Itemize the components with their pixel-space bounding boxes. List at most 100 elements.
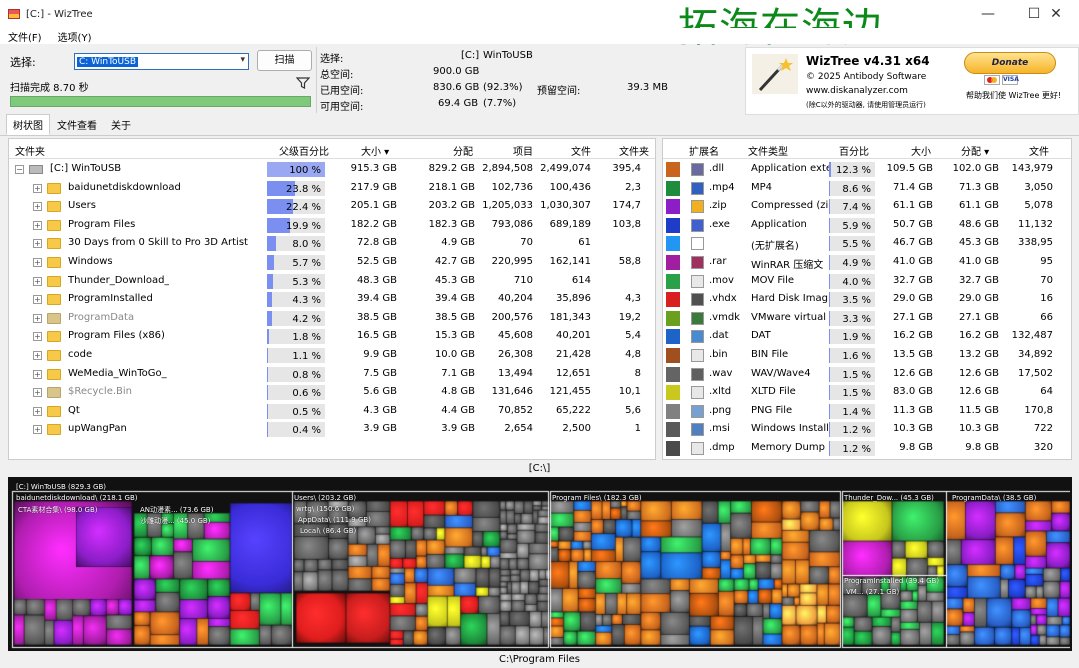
donate-button[interactable]: Donate: [964, 52, 1056, 74]
ext-name: .msi: [709, 423, 730, 435]
ext-pct-text: 3.5 %: [842, 295, 871, 307]
expand-icon[interactable]: +: [33, 295, 42, 305]
ext-row[interactable]: .dll Application exte 12.3 % 109.5 GB 102.0 …: [663, 160, 1071, 179]
tree-row[interactable]: + code 1.1 % 9.9 GB 10.0 GB 26,308 21,428 4,8: [9, 346, 655, 365]
parent-pct-bar: 0.6 %: [267, 385, 325, 401]
expand-icon[interactable]: +: [33, 183, 42, 193]
col-alloc[interactable]: 分配: [453, 143, 473, 158]
expand-icon[interactable]: +: [33, 258, 42, 267]
menu-options[interactable]: 选项(Y): [50, 29, 100, 44]
items-cell: 26,308: [498, 349, 533, 360]
expand-icon[interactable]: +: [33, 276, 42, 286]
ext-row[interactable]: .wav WAV/Wave4 1.5 % 12.6 GB 12.6 GB 17,502: [663, 365, 1071, 384]
expand-icon[interactable]: +: [33, 239, 42, 249]
ext-row[interactable]: .dat DAT 1.9 % 16.2 GB 16.2 GB 132,487: [663, 327, 1071, 346]
ext-row[interactable]: .exe Application 5.9 % 50.7 GB 48.6 GB 11,132: [663, 216, 1071, 235]
tree-row[interactable]: + baidunetdiskdownload 23.8 % 217.9 GB 218.1…: [9, 179, 655, 198]
ext-pct-text: 5.9 %: [842, 220, 871, 232]
ext-row[interactable]: .mp4 MP4 8.6 % 71.4 GB 71.3 GB 3,050: [663, 179, 1071, 198]
ext-row[interactable]: .dmp Memory Dump I 1.2 % 9.8 GB 9.8 GB 320: [663, 439, 1071, 458]
parent-pct-bar: 4.3 %: [267, 292, 325, 308]
expand-icon[interactable]: +: [33, 388, 42, 398]
size-cell: 5.6 GB: [363, 386, 397, 398]
col-ext-size[interactable]: 大小: [911, 143, 931, 158]
scan-button[interactable]: 扫描: [257, 50, 312, 71]
color-swatch: [666, 310, 680, 326]
col-folders[interactable]: 文件夹: [619, 143, 649, 158]
tree-row[interactable]: + Program Files 19.9 % 182.2 GB 182.3 GB 793,…: [9, 216, 655, 235]
col-ext-files[interactable]: 文件: [1029, 143, 1049, 158]
tab-tree-view[interactable]: 树状图: [6, 114, 50, 135]
ext-pct-text: 1.2 %: [842, 425, 871, 437]
col-items[interactable]: 项目: [513, 143, 533, 158]
expand-icon[interactable]: +: [33, 202, 42, 212]
close-button[interactable]: ✕: [1033, 0, 1079, 28]
col-files[interactable]: 文件: [571, 143, 591, 158]
expand-icon[interactable]: +: [33, 425, 42, 435]
ext-row[interactable]: .zip Compressed (zip 7.4 % 61.1 GB 61.1 GB 5,…: [663, 197, 1071, 216]
expand-icon[interactable]: +: [33, 369, 42, 379]
tree-row[interactable]: + WeMedia_WinToGo_ 0.8 % 7.5 GB 7.1 GB 13,494…: [9, 365, 655, 384]
col-ext[interactable]: 扩展名: [689, 143, 719, 158]
tree-row[interactable]: + Windows 5.7 % 52.5 GB 42.7 GB 220,995 162,14…: [9, 253, 655, 272]
folders-cell: 1: [634, 423, 641, 435]
ext-row[interactable]: .rar WinRAR 压缩文 4.9 % 41.0 GB 41.0 GB 95: [663, 253, 1071, 272]
folder-icon: [47, 238, 61, 250]
tree-row[interactable]: +30 Days from 0 Skill to Pro 3D Artist w…: [9, 234, 655, 253]
treemap-label-wrtg: wrtg\ (150.6 GB): [296, 505, 355, 513]
expand-icon[interactable]: +: [33, 406, 42, 416]
col-file-type[interactable]: 文件类型: [748, 143, 788, 158]
ext-row[interactable]: (无扩展名) 5.5 % 46.7 GB 45.3 GB 338,95: [663, 234, 1071, 253]
ext-name: .zip: [709, 200, 727, 212]
folder-name: baidunetdiskdownload: [68, 181, 181, 193]
ext-row[interactable]: .msi Windows Installe 1.2 % 10.3 GB 10.3 GB 7…: [663, 420, 1071, 439]
col-ext-alloc[interactable]: 分配 ▾: [961, 143, 989, 158]
col-folder[interactable]: 文件夹: [15, 143, 45, 158]
treemap-view[interactable]: [C:] WinToUSB (829.3 GB) baidunetdiskdow…: [8, 477, 1072, 651]
window-title: [C:] - WizTree: [26, 8, 93, 20]
ext-size-cell: 16.2 GB: [892, 330, 933, 342]
admin-note: (除C以外的驱动器, 请使用管理员运行): [806, 101, 926, 109]
ext-row[interactable]: .vmdk VMware virtual c 3.3 % 27.1 GB 27.1 GB…: [663, 309, 1071, 328]
tree-row[interactable]: + Qt 0.5 % 4.3 GB 4.4 GB 70,852 65,222 5,6: [9, 402, 655, 421]
ext-alloc-cell: 11.5 GB: [958, 404, 999, 416]
expand-icon[interactable]: +: [33, 332, 42, 342]
col-ext-pct[interactable]: 百分比: [839, 143, 869, 158]
ext-pct-bar: 3.3 %: [829, 310, 875, 326]
expand-icon[interactable]: +: [33, 220, 42, 230]
col-size[interactable]: 大小 ▾: [361, 143, 389, 158]
ext-row[interactable]: .xltd XLTD File 1.5 % 83.0 GB 12.6 GB 64: [663, 383, 1071, 402]
tab-file-view[interactable]: 文件查看: [50, 114, 104, 135]
website-link[interactable]: www.diskanalyzer.com: [806, 86, 908, 96]
tree-row[interactable]: + ProgramData 4.2 % 38.5 GB 38.5 GB 200,576 18…: [9, 309, 655, 328]
ext-row[interactable]: .mov MOV File 4.0 % 32.7 GB 32.7 GB 70: [663, 272, 1071, 291]
expand-icon[interactable]: +: [33, 313, 42, 323]
menu-file[interactable]: 文件(F): [0, 29, 50, 44]
ext-row[interactable]: .bin BIN File 1.6 % 13.5 GB 13.2 GB 34,892: [663, 346, 1071, 365]
ext-alloc-cell: 102.0 GB: [952, 163, 999, 174]
color-swatch: [666, 180, 680, 196]
tree-row[interactable]: + Program Files (x86) 1.8 % 16.5 GB 15.3 GB 4…: [9, 327, 655, 346]
expand-icon[interactable]: +: [33, 351, 42, 360]
ext-row[interactable]: .vhdx Hard Disk Imag 3.5 % 29.0 GB 29.0 GB 16: [663, 290, 1071, 309]
tree-row[interactable]: + Thunder_Download_ 5.3 % 48.3 GB 45.3 GB 710…: [9, 272, 655, 291]
tree-row[interactable]: + ProgramInstalled 4.3 % 39.4 GB 39.4 GB 40,2…: [9, 290, 655, 309]
folder-icon: [47, 182, 61, 194]
col-parent-pct[interactable]: 父级百分比: [279, 143, 329, 158]
parent-pct-bar: 1.1 %: [267, 348, 325, 363]
tree-row[interactable]: + $Recycle.Bin 0.6 % 5.6 GB 4.8 GB 131,646 121…: [9, 383, 655, 402]
drive-select[interactable]: C: WinToUSB ▾: [74, 53, 249, 70]
tree-row[interactable]: − [C:] WinToUSB 100 % 915.3 GB 829.2 GB 2,894…: [9, 160, 655, 179]
ext-size-cell: 109.5 GB: [886, 163, 933, 174]
ext-row[interactable]: .png PNG File 1.4 % 11.3 GB 11.5 GB 170,8: [663, 402, 1071, 421]
ext-name: .mp4: [709, 181, 735, 193]
tree-row[interactable]: + upWangPan 0.4 % 3.9 GB 3.9 GB 2,654 2,500 1: [9, 420, 655, 439]
filter-icon[interactable]: [296, 77, 310, 89]
tab-about[interactable]: 关于: [104, 114, 138, 135]
menu-bar: 文件(F) 选项(Y): [0, 28, 1079, 44]
collapse-icon[interactable]: −: [15, 165, 24, 174]
minimize-button[interactable]: —: [965, 0, 1011, 28]
ext-name: .dll: [709, 163, 725, 174]
ext-files-cell: 66: [1040, 311, 1053, 323]
tree-row[interactable]: + Users 22.4 % 205.1 GB 203.2 GB 1,205,033 1,0…: [9, 197, 655, 216]
